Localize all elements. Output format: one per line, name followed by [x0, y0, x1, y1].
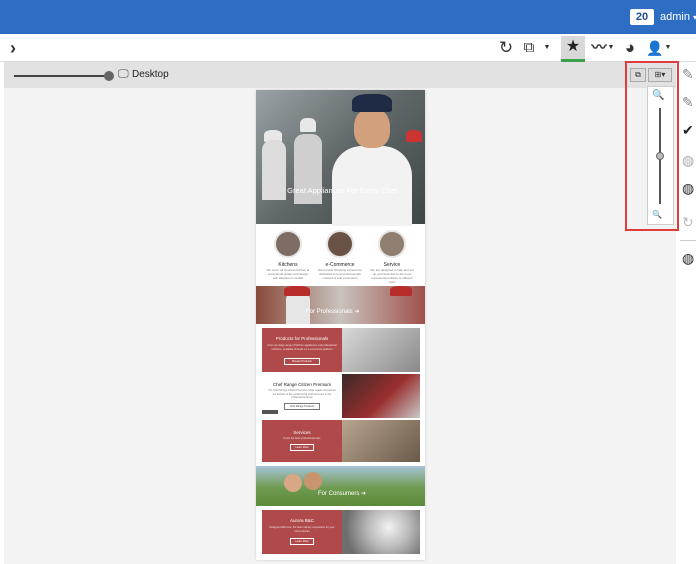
banner-chef-hat: [390, 286, 412, 296]
services-box: [262, 420, 342, 462]
external-link-icon[interactable]: ⧉: [519, 38, 539, 58]
star-icon[interactable]: ★: [561, 36, 585, 62]
products-title: Products for Professionals: [275, 336, 329, 341]
chevron-down-icon[interactable]: ▼: [542, 38, 552, 58]
chevron-down-icon[interactable]: ▼: [664, 38, 672, 58]
count-badge[interactable]: 20: [630, 9, 654, 25]
edit-icon[interactable]: ✎: [682, 94, 694, 111]
feature-text: We are designed to help and set up your …: [370, 268, 414, 284]
device-label: Desktop: [132, 69, 169, 80]
products-text: From our large range of kitchen applianc…: [267, 344, 337, 351]
globe-icon[interactable]: ◍: [682, 152, 694, 169]
width-slider-handle[interactable]: [104, 71, 114, 81]
edit-icon[interactable]: ✎: [682, 66, 694, 83]
consumers-link[interactable]: For Consumers ➜: [318, 490, 366, 497]
pie-chart-icon[interactable]: ◕: [620, 38, 640, 58]
user-icon[interactable]: 👤: [646, 38, 664, 58]
service-chef-image: [342, 420, 420, 462]
user-label: admin: [660, 11, 690, 23]
professionals-link[interactable]: For Professionals ➜: [306, 308, 359, 315]
aurora-title: Aurora B&C: [289, 518, 314, 523]
hero-title: Great Appliances For Every Chef: [287, 186, 397, 195]
red-kitchen-image: [342, 374, 420, 418]
carousel-indicators[interactable]: [262, 410, 278, 414]
chef-range-text: The Chef Range Citizen Premium range mak…: [268, 389, 336, 399]
feature-text: We provide shopping experience dedicated…: [318, 268, 362, 280]
chevron-down-icon[interactable]: ▼: [607, 38, 615, 58]
banner-chef-hat: [284, 286, 310, 296]
user-menu[interactable]: admin ▾: [660, 10, 696, 25]
background-chef-hat: [300, 118, 316, 132]
zoom-toggle-button[interactable]: ⊞▾: [648, 68, 672, 82]
chef-face: [354, 108, 390, 148]
check-icon[interactable]: ✔: [682, 122, 694, 139]
chevron-right-icon[interactable]: ›: [10, 38, 16, 58]
feature-image-ecommerce: [326, 230, 354, 258]
background-chef-hat: [406, 130, 422, 142]
services-text: Know the best professional care: [283, 437, 321, 440]
magnifier-plus-icon[interactable]: 🔍: [652, 90, 664, 101]
page-preview[interactable]: Great Appliances For Every Chef Kitchens…: [256, 90, 425, 560]
top-bar: [0, 0, 696, 34]
kitchen-image: [342, 328, 420, 372]
globe-icon[interactable]: ◍: [682, 180, 694, 197]
refresh-icon[interactable]: ↻: [496, 38, 516, 58]
chef-range-button[interactable]: Chef Range Products: [284, 403, 320, 410]
aurora-product-image: [342, 510, 420, 554]
feature-text: We cover all business kitchen at excepti…: [266, 268, 310, 280]
consumer-person: [284, 474, 302, 492]
chef-hat: [352, 94, 392, 112]
divider: [680, 240, 696, 241]
feature-image-kitchens: [274, 230, 302, 258]
services-learn-more-button[interactable]: Learn More: [290, 444, 314, 451]
aurora-text: Designed with love, the best culinary ex…: [269, 526, 335, 533]
device-preview-button[interactable]: ⧉: [630, 68, 646, 82]
chart-icon[interactable]: 〰: [589, 38, 609, 58]
aurora-learn-more-button[interactable]: Learn More: [290, 538, 314, 545]
browse-products-button[interactable]: Browse Products: [284, 358, 320, 365]
desktop-icon: 🖵: [118, 68, 129, 80]
services-title: Services: [293, 430, 311, 435]
feature-image-service: [378, 230, 406, 258]
magnifier-minus-icon[interactable]: 🔍: [652, 210, 662, 219]
consumers-banner: [256, 466, 425, 506]
zoom-slider-handle[interactable]: [656, 152, 664, 160]
consumer-person: [304, 472, 322, 490]
globe-icon[interactable]: ◍: [682, 250, 694, 267]
refresh-icon[interactable]: ↻: [682, 214, 694, 231]
chef-range-title: Chef Range Citizen Premium: [272, 382, 332, 387]
width-slider-track[interactable]: [14, 75, 106, 77]
